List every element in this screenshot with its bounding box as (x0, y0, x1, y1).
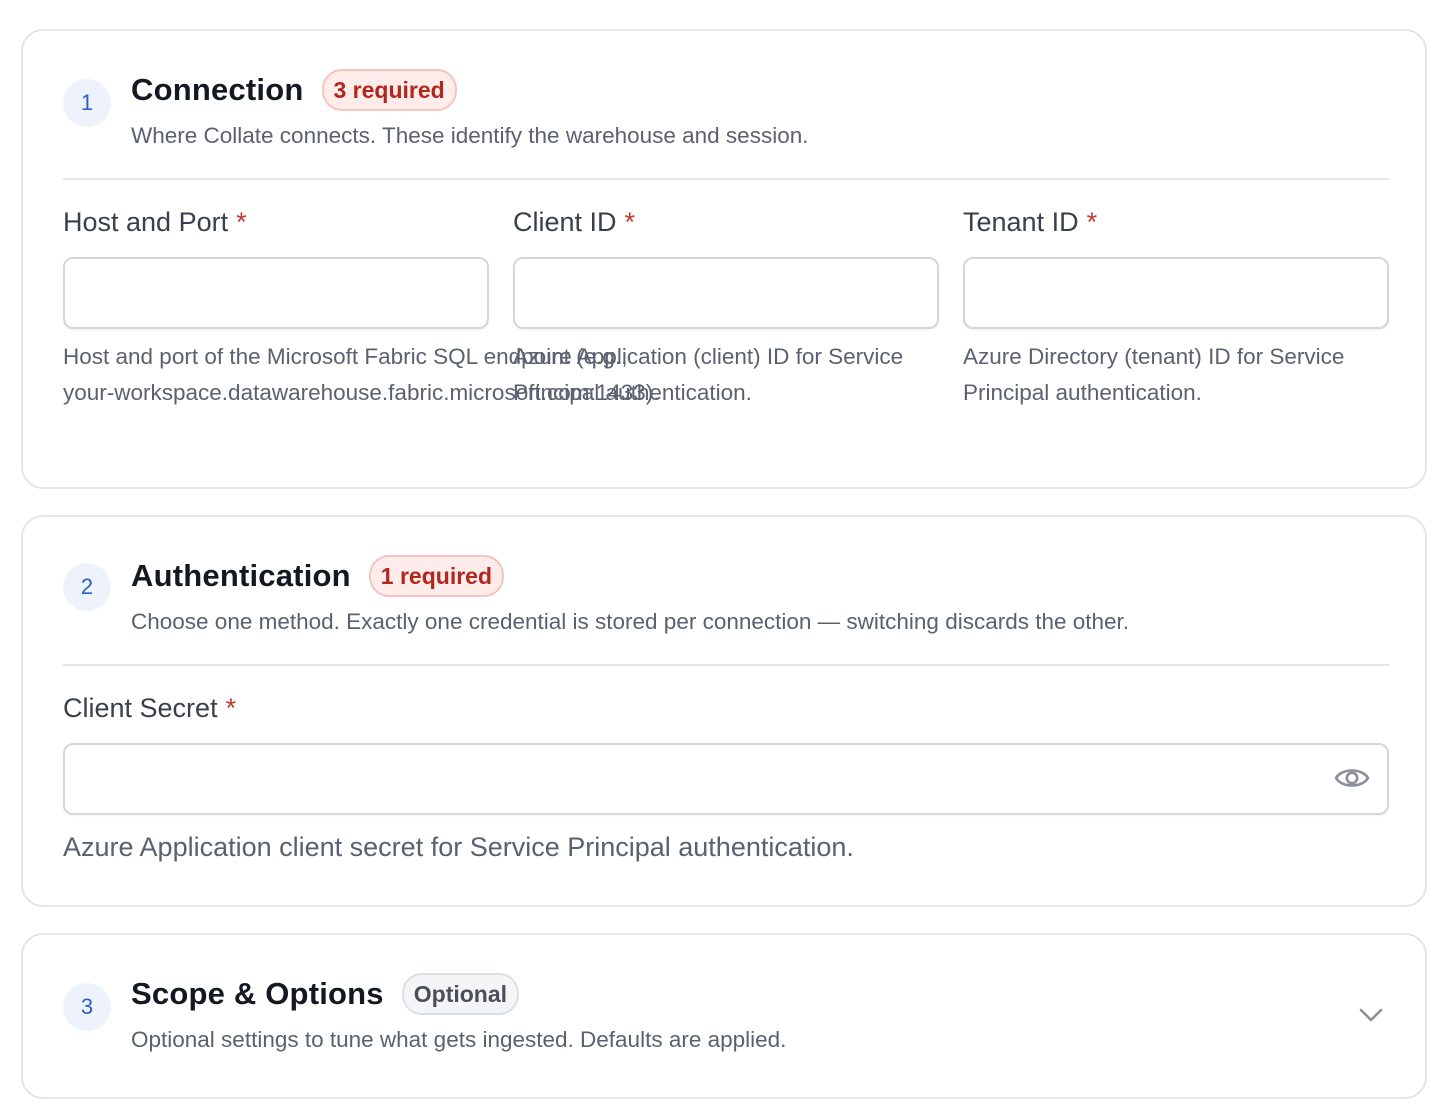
required-star: * (236, 207, 247, 237)
authentication-section: 2 Authentication 1 required Choose one m… (21, 515, 1427, 907)
section-header: Connection 3 required (131, 69, 457, 111)
host-port-label: Host and Port * (63, 207, 247, 237)
client-secret-field (63, 743, 1389, 815)
step-number: 3 (63, 983, 111, 1031)
required-star: * (624, 207, 636, 237)
section-description: Choose one method. Exactly one credentia… (131, 609, 1130, 634)
client-secret-input[interactable] (63, 743, 1389, 815)
section-description: Optional settings to tune what gets inge… (131, 1027, 787, 1052)
required-star: * (1086, 207, 1098, 237)
tenant-id-help: Azure Directory (tenant) ID for Service … (963, 344, 1345, 405)
step-number: 2 (63, 563, 111, 611)
section-header: Authentication 1 required (131, 555, 505, 597)
section-title: Scope & Options (131, 976, 384, 1011)
tenant-id-input[interactable] (963, 257, 1389, 329)
required-badge: 1 required (368, 555, 505, 597)
section-header: Scope & Options Optional (131, 973, 520, 1015)
required-star: * (225, 693, 237, 723)
chevron-down-icon[interactable] (1357, 1001, 1385, 1029)
client-id-label: Client ID * (513, 207, 636, 237)
section-title: Connection (131, 72, 304, 107)
client-secret-help: Azure Application client secret for Serv… (63, 832, 854, 862)
scope-options-section[interactable]: 3 Scope & Options Optional Optional sett… (21, 933, 1427, 1099)
client-secret-label: Client Secret * (63, 693, 237, 723)
connection-section: 1 Connection 3 required Where Collate co… (21, 29, 1427, 489)
host-port-input[interactable] (63, 257, 489, 329)
eye-icon[interactable] (1333, 761, 1371, 795)
divider (63, 664, 1389, 666)
divider (63, 178, 1389, 180)
required-badge: 3 required (321, 69, 457, 111)
optional-badge: Optional (401, 973, 520, 1015)
section-description: Where Collate connects. These identify t… (131, 123, 809, 148)
client-id-help: Azure Application (client) ID for Servic… (513, 344, 904, 405)
client-id-input[interactable] (513, 257, 939, 329)
tenant-id-label: Tenant ID * (963, 207, 1098, 237)
step-number: 1 (63, 79, 111, 127)
section-title: Authentication (131, 558, 351, 593)
